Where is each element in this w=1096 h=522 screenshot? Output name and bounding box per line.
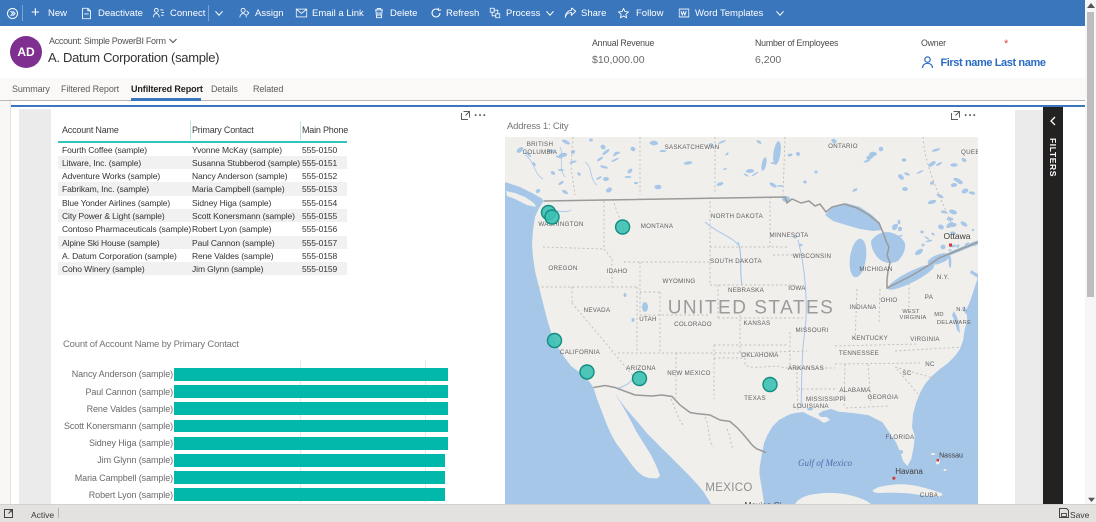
svg-text:OREGON: OREGON bbox=[548, 265, 577, 272]
svg-text:KENTUCKY: KENTUCKY bbox=[852, 335, 888, 342]
svg-text:SOUTH DAKOTA: SOUTH DAKOTA bbox=[710, 258, 763, 265]
svg-text:MD: MD bbox=[934, 312, 944, 318]
svg-text:NORTH DAKOTA: NORTH DAKOTA bbox=[711, 213, 764, 220]
svg-text:MISSOURI: MISSOURI bbox=[796, 327, 829, 334]
svg-text:LOUISIANA: LOUISIANA bbox=[793, 403, 829, 410]
svg-text:COLORADO: COLORADO bbox=[674, 321, 712, 328]
svg-text:SC: SC bbox=[902, 370, 911, 377]
svg-text:NEVADA: NEVADA bbox=[584, 307, 611, 314]
svg-text:GEORGIA: GEORGIA bbox=[868, 394, 900, 401]
svg-text:MONTANA: MONTANA bbox=[641, 223, 674, 230]
svg-text:CALIFORNIA: CALIFORNIA bbox=[560, 349, 601, 356]
svg-text:WASHINGTON: WASHINGTON bbox=[538, 221, 583, 228]
svg-text:PA: PA bbox=[925, 294, 934, 301]
svg-text:ALABAMA: ALABAMA bbox=[839, 387, 871, 394]
svg-text:COLUMBIA: COLUMBIA bbox=[523, 149, 558, 156]
svg-text:N.Y.: N.Y. bbox=[937, 274, 949, 281]
svg-text:UNITED STATES: UNITED STATES bbox=[668, 298, 835, 319]
svg-text:QUEBEC: QUEBEC bbox=[961, 149, 978, 156]
svg-text:TEXAS: TEXAS bbox=[744, 395, 766, 402]
svg-text:DELAWARE: DELAWARE bbox=[937, 320, 972, 326]
svg-text:INDIANA: INDIANA bbox=[849, 304, 877, 311]
svg-text:OHIO: OHIO bbox=[880, 297, 897, 304]
svg-text:NC: NC bbox=[925, 361, 935, 368]
svg-text:OKLAHOMA: OKLAHOMA bbox=[741, 352, 779, 359]
svg-text:WISCONSIN: WISCONSIN bbox=[793, 253, 831, 260]
svg-text:UTAH: UTAH bbox=[639, 316, 657, 323]
svg-text:SASKATCHEWAN: SASKATCHEWAN bbox=[665, 144, 720, 151]
svg-text:MICHIGAN: MICHIGAN bbox=[859, 266, 892, 273]
svg-text:MISSISSIPPI: MISSISSIPPI bbox=[806, 396, 846, 403]
svg-text:VIRGINIA: VIRGINIA bbox=[900, 315, 927, 321]
svg-text:FLORIDA: FLORIDA bbox=[886, 434, 915, 441]
svg-text:IOWA: IOWA bbox=[788, 285, 806, 292]
svg-text:ONTARIO: ONTARIO bbox=[828, 143, 858, 150]
svg-text:CUBA: CUBA bbox=[920, 492, 939, 499]
svg-text:KANSAS: KANSAS bbox=[744, 320, 771, 327]
svg-text:VIRGINIA: VIRGINIA bbox=[910, 336, 940, 343]
svg-text:IDAHO: IDAHO bbox=[606, 268, 627, 275]
svg-text:ARKANSAS: ARKANSAS bbox=[788, 365, 824, 372]
svg-text:NEW MEXICO: NEW MEXICO bbox=[667, 370, 711, 377]
svg-text:TENNESSEE: TENNESSEE bbox=[839, 350, 879, 357]
svg-text:Ottawa: Ottawa bbox=[944, 231, 971, 241]
svg-text:Havana: Havana bbox=[895, 467, 923, 476]
svg-text:WYOMING: WYOMING bbox=[662, 278, 695, 285]
svg-text:NEBRASKA: NEBRASKA bbox=[728, 287, 765, 294]
svg-text:Gulf of Mexico: Gulf of Mexico bbox=[798, 458, 852, 468]
svg-text:MINNESOTA: MINNESOTA bbox=[769, 232, 809, 239]
svg-text:MEXICO: MEXICO bbox=[705, 482, 752, 494]
svg-text:N.J.: N.J. bbox=[956, 307, 968, 313]
svg-text:Nassau: Nassau bbox=[939, 453, 963, 460]
svg-text:BRITISH: BRITISH bbox=[527, 141, 554, 148]
svg-text:ARIZONA: ARIZONA bbox=[626, 365, 656, 372]
